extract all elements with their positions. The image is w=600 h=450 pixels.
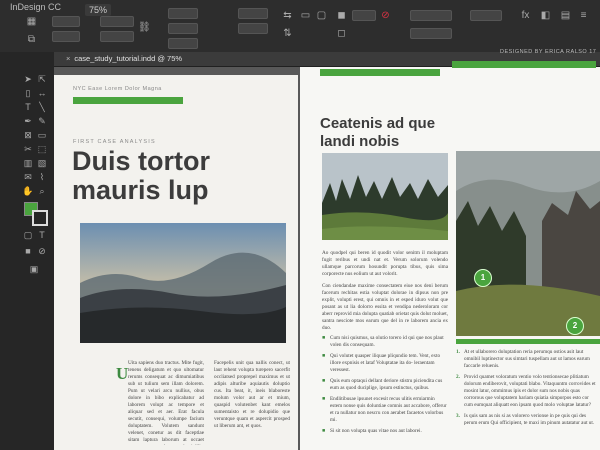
- right-running-head: DESIGNED BY ERICA RALSO 17: [500, 49, 597, 55]
- control-bar: InDesign CC 75% ▦ ⧉ ⛓ ⇆ ⇅ ▭ ▢ ◼ ◻ ⊘ fx ◧…: [0, 0, 600, 53]
- scale-y-field[interactable]: [168, 23, 198, 34]
- bullet-item: ■ Qui volutet quasper iliquae pliqundio t…: [322, 353, 441, 373]
- numbered-list[interactable]: 1. At et ullaborero doluptation reria per…: [456, 349, 596, 431]
- select-container-icon[interactable]: ▭: [300, 10, 311, 21]
- app-name: InDesign CC: [10, 2, 62, 12]
- stroke-icon[interactable]: ◻: [336, 28, 347, 39]
- rotation-field[interactable]: [168, 38, 198, 49]
- document-tab-label: case_study_tutorial.indd @ 75%: [74, 54, 183, 63]
- pencil-tool-icon[interactable]: ✎: [36, 116, 48, 126]
- document-canvas[interactable]: NYC Ease Lorem Dolor Magna FIRST CASE AN…: [54, 49, 600, 450]
- scissors-tool-icon[interactable]: ✂: [22, 144, 34, 154]
- opacity-field[interactable]: [470, 10, 502, 21]
- right-page: DESIGNED BY ERICA RALSO 17 Ceatenis ad q…: [300, 49, 600, 450]
- hand-tool-icon[interactable]: ✋: [22, 186, 34, 196]
- zoom-level[interactable]: 75%: [85, 4, 112, 16]
- section-subhead: Ceatenis ad que landi nobis: [320, 115, 470, 151]
- shear-field[interactable]: [238, 8, 268, 19]
- ruins-photo[interactable]: 1 2 3: [456, 151, 600, 336]
- page-tool-icon[interactable]: ▯: [22, 88, 34, 98]
- type-tool-icon[interactable]: T: [22, 102, 34, 112]
- y-position-field[interactable]: [52, 31, 80, 42]
- height-field[interactable]: [100, 31, 134, 42]
- text-wrap-icon[interactable]: ▤: [560, 10, 571, 21]
- right-accent-bar-2: [452, 61, 596, 68]
- scale-x-field[interactable]: [168, 8, 198, 19]
- zoom-tool-icon[interactable]: ⌕: [36, 186, 48, 196]
- line-tool-icon[interactable]: ╲: [36, 102, 48, 112]
- tools-panel: ➤ ⇱ ▯ ↔ T ╲ ✒ ✎ ⊠ ▭ ✂ ⬚ ▥ ▧ ✉ ⌇ ✋ ⌕ ▢ T …: [0, 52, 55, 450]
- link-icon[interactable]: ⧉: [26, 34, 37, 45]
- align-icon[interactable]: ≡: [578, 10, 589, 21]
- numbered-item: 3. Is quis sam as nis si as volorero veri…: [456, 413, 595, 426]
- gradient-tool-icon[interactable]: ▥: [22, 158, 34, 168]
- close-tab-icon[interactable]: ×: [66, 54, 70, 63]
- drop-cap: U: [116, 364, 129, 383]
- title-line-2: mauris lup: [72, 175, 209, 205]
- bullet-item: ■ Endlitibusae ipsunet excesit recus ulit…: [322, 396, 447, 423]
- constrain-proportions-icon[interactable]: ⛓: [138, 22, 151, 33]
- page-title: Duis tortor mauris lup: [72, 147, 282, 205]
- free-transform-tool-icon[interactable]: ⬚: [36, 144, 48, 154]
- rectangle-frame-tool-icon[interactable]: ⊠: [22, 130, 34, 140]
- selection-tool-icon[interactable]: ➤: [22, 74, 34, 84]
- landscape-photo[interactable]: [80, 223, 286, 343]
- left-running-head: NYC Ease Lorem Dolor Magna: [73, 86, 162, 92]
- rectangle-tool-icon[interactable]: ▭: [36, 130, 48, 140]
- formatting-text-icon[interactable]: T: [36, 230, 48, 240]
- width-field[interactable]: [100, 16, 134, 27]
- stroke-weight-field[interactable]: [410, 10, 452, 21]
- left-body-column-1[interactable]: Uita sapiens duo tractus. Mite fugit, te…: [128, 360, 204, 445]
- subhead-line-2: landi nobis: [320, 133, 400, 150]
- left-accent-bar: [73, 97, 183, 104]
- bullet-list[interactable]: ■ Cum nisi quismus, sa olutio torero id q…: [322, 335, 448, 439]
- bullet-item: ■ Cum nisi quismus, sa olutio torero id q…: [322, 335, 444, 348]
- drop-shadow-icon[interactable]: ◧: [540, 10, 551, 21]
- body-paragraph[interactable]: Con ciendandae maxime consectatem eiue n…: [322, 283, 448, 332]
- note-tool-icon[interactable]: ✉: [22, 172, 34, 182]
- effects-icon[interactable]: fx: [520, 10, 531, 21]
- eyedropper-tool-icon[interactable]: ⌇: [36, 172, 48, 182]
- x-position-field[interactable]: [52, 16, 80, 27]
- document-tab[interactable]: × case_study_tutorial.indd @ 75%: [66, 54, 182, 63]
- select-content-icon[interactable]: ▢: [316, 10, 327, 21]
- right-accent-bar-1: [320, 69, 440, 76]
- pen-tool-icon[interactable]: ✒: [22, 116, 34, 126]
- direct-selection-tool-icon[interactable]: ⇱: [36, 74, 48, 84]
- left-body-column-2[interactable]: Facepelis unit qua nallis conect, ut lau…: [214, 360, 290, 445]
- forest-photo[interactable]: [322, 153, 448, 240]
- gradient-feather-tool-icon[interactable]: ▧: [36, 158, 48, 168]
- list-accent-bar: [456, 339, 600, 344]
- case-eyebrow: FIRST CASE ANALYSIS: [73, 139, 156, 145]
- fill-icon[interactable]: ◼: [336, 10, 347, 21]
- bullet-item: ■ Si sit non volupta quas vitae nos aut l…: [322, 428, 422, 434]
- stroke-type-field[interactable]: [410, 28, 452, 39]
- left-page: NYC Ease Lorem Dolor Magna FIRST CASE AN…: [54, 75, 298, 450]
- reference-point-icon[interactable]: ▦: [26, 16, 37, 27]
- stroke-color-swatch[interactable]: [32, 210, 48, 226]
- gap-tool-icon[interactable]: ↔: [36, 88, 48, 98]
- fill-swatch-field[interactable]: [352, 10, 376, 21]
- apply-color-icon[interactable]: ■: [22, 246, 34, 256]
- numbered-item: 1. At et ullaborero doluptation reria per…: [456, 349, 590, 369]
- lead-paragraph[interactable]: Ao quodpel qui beren id quodit volor sen…: [322, 250, 448, 278]
- none-swatch-icon[interactable]: ⊘: [380, 10, 391, 21]
- title-line-1: Duis tortor: [72, 146, 210, 176]
- subhead-line-1: Ceatenis ad que: [320, 115, 436, 132]
- flip-horizontal-icon[interactable]: ⇆: [282, 10, 293, 21]
- apply-none-icon[interactable]: ⊘: [36, 246, 48, 256]
- angle-field[interactable]: [238, 23, 268, 34]
- numbered-item: 2. Provid quamet voloratum ventio volo te…: [456, 374, 596, 408]
- formatting-container-icon[interactable]: ▢: [22, 230, 34, 240]
- screen-mode-icon[interactable]: ▣: [28, 264, 40, 274]
- bullet-item: ■ Quis eum optaqui dellant deriore stistr…: [322, 378, 443, 391]
- map-pin-2[interactable]: 2: [566, 317, 584, 335]
- flip-vertical-icon[interactable]: ⇅: [282, 28, 293, 39]
- map-pin-1[interactable]: 1: [474, 269, 492, 287]
